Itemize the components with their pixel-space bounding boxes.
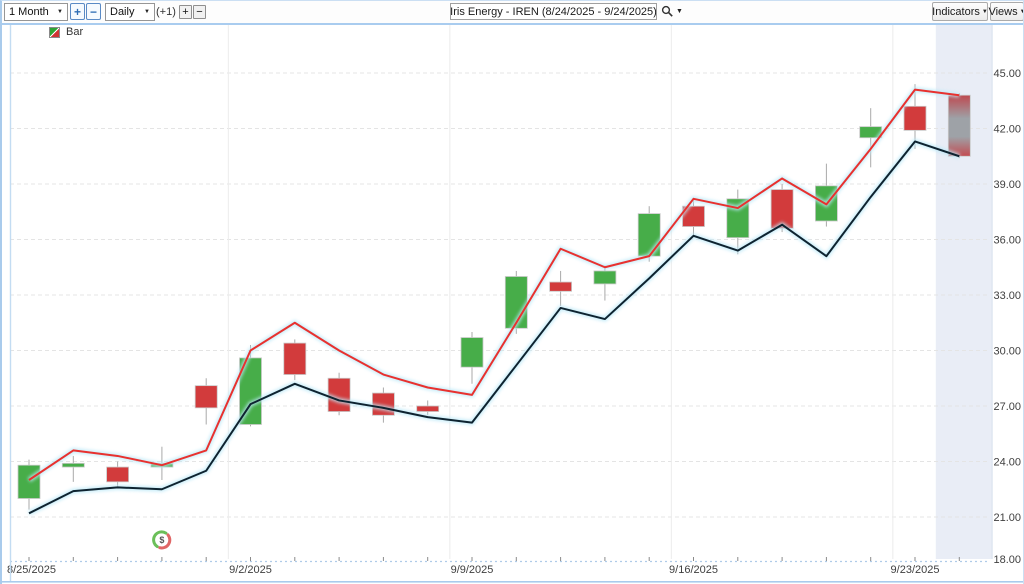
caret-down-icon: ▼ — [57, 9, 63, 15]
candle-body-8/29/2025 — [194, 385, 218, 409]
y-axis-label: 30.00 — [993, 346, 1021, 358]
y-axis-label: 21.00 — [993, 512, 1021, 524]
toolbar: 1 Month ▼ + − Daily ▼ (+1) + − Iris Ener… — [2, 1, 1023, 25]
chart-canvas[interactable]: 45.00 42.00 39.00 36.00 33.00 30.00 27.00 24.00… — [2, 1, 1023, 584]
x-axis-label: 9/23/2025 — [891, 564, 940, 576]
candle-body-8/27/2025 — [106, 466, 129, 483]
candle-body-9/24/2025 — [947, 94, 971, 157]
x-axis-label: 9/2/2025 — [229, 564, 272, 576]
legend-label: Bar — [66, 26, 84, 38]
symbol-search-input[interactable]: Iris Energy - IREN (8/24/2025 - 9/24/202… — [450, 3, 657, 20]
views-button[interactable]: Views▼ — [988, 2, 1023, 21]
y-axis-label: 33.00 — [993, 290, 1021, 302]
dividend-event-icon[interactable]: $ — [152, 530, 172, 550]
candle-body-9/11/2025 — [549, 281, 572, 292]
period-select[interactable]: Daily ▼ — [105, 3, 155, 21]
search-caret-icon[interactable]: ▼ — [676, 8, 683, 15]
bar-offset-label: (+1) — [156, 6, 176, 18]
upper-envelope-line-glow — [27, 86, 960, 483]
y-axis-label: 27.00 — [993, 401, 1021, 413]
candle-body-9/12/2025 — [593, 270, 617, 285]
zoom-out-button[interactable]: − — [86, 3, 101, 20]
candle-body-9/9/2025 — [460, 337, 484, 368]
x-axis-label: 9/16/2025 — [669, 564, 718, 576]
y-axis-label: 42.00 — [993, 124, 1021, 136]
y-axis-label: 36.00 — [993, 235, 1021, 247]
series-legend[interactable]: Bar — [49, 26, 83, 38]
candle-body-9/23/2025 — [903, 105, 927, 131]
indicators-button[interactable]: Indicators ▼ — [932, 2, 988, 21]
range-select[interactable]: 1 Month ▼ — [4, 3, 68, 21]
y-axis-label: 18.00 — [993, 554, 1021, 566]
upper-envelope-line — [28, 88, 960, 481]
zoom-in-button[interactable]: + — [70, 3, 85, 20]
indicators-button-label: Indicators — [932, 5, 980, 18]
add-bar-button[interactable]: + — [179, 5, 192, 19]
candle-body-9/8/2025 — [416, 405, 440, 412]
caret-down-icon: ▼ — [144, 9, 150, 15]
svg-text:$: $ — [159, 535, 164, 545]
candle-body-8/25/2025 — [17, 464, 41, 499]
window-bottom-edge — [2, 581, 1023, 583]
chart-app-window: 1 Month ▼ + − Daily ▼ (+1) + − Iris Ener… — [0, 0, 1024, 584]
range-select-value: 1 Month — [9, 6, 49, 18]
bar-series-icon — [49, 26, 60, 38]
period-select-value: Daily — [110, 6, 135, 18]
caret-down-icon: ▼ — [1020, 9, 1023, 15]
caret-down-icon: ▼ — [981, 8, 988, 15]
x-axis-label: 9/9/2025 — [451, 564, 494, 576]
candle-body-9/3/2025 — [283, 342, 307, 375]
candle-body-8/26/2025 — [61, 462, 85, 468]
views-button-label: Views — [988, 5, 1018, 18]
y-axis-label: 39.00 — [993, 179, 1021, 191]
search-icon[interactable] — [661, 5, 674, 18]
x-axis-label: 8/25/2025 — [7, 564, 56, 576]
y-axis-label: 45.00 — [993, 68, 1021, 80]
remove-bar-button[interactable]: − — [193, 5, 206, 19]
y-axis-label: 24.00 — [993, 457, 1021, 469]
